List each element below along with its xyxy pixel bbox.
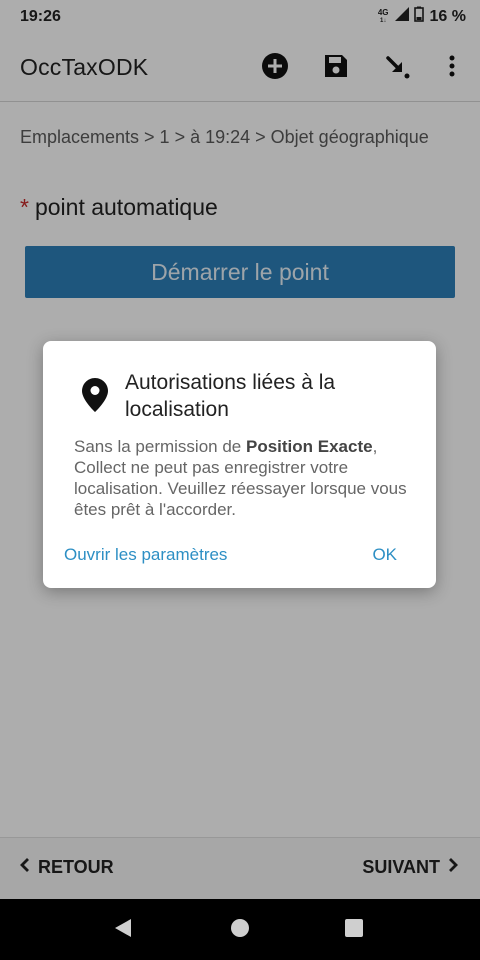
square-recents-icon (344, 918, 364, 943)
system-recents-button[interactable] (343, 918, 365, 943)
app-screen: 19:26 4G 1↓ 16 % OccTaxODK Emplacements … (0, 0, 480, 960)
ok-button[interactable]: OK (372, 545, 397, 565)
system-navigation-bar (0, 899, 480, 960)
system-back-button[interactable] (112, 918, 134, 943)
dialog-message: Sans la permission de Position Exacte, C… (74, 436, 409, 520)
triangle-back-icon (113, 918, 133, 943)
location-permission-dialog: Autorisations liées à la localisation Sa… (43, 341, 436, 588)
system-home-button[interactable] (229, 918, 251, 943)
open-settings-button[interactable]: Ouvrir les paramètres (64, 545, 227, 565)
location-pin-icon (81, 377, 109, 413)
dialog-message-permission: Position Exacte (245, 437, 373, 456)
circle-home-icon (230, 918, 250, 943)
dialog-title: Autorisations liées à la localisation (125, 371, 336, 421)
dialog-message-prefix: Sans la permission de (74, 437, 246, 456)
